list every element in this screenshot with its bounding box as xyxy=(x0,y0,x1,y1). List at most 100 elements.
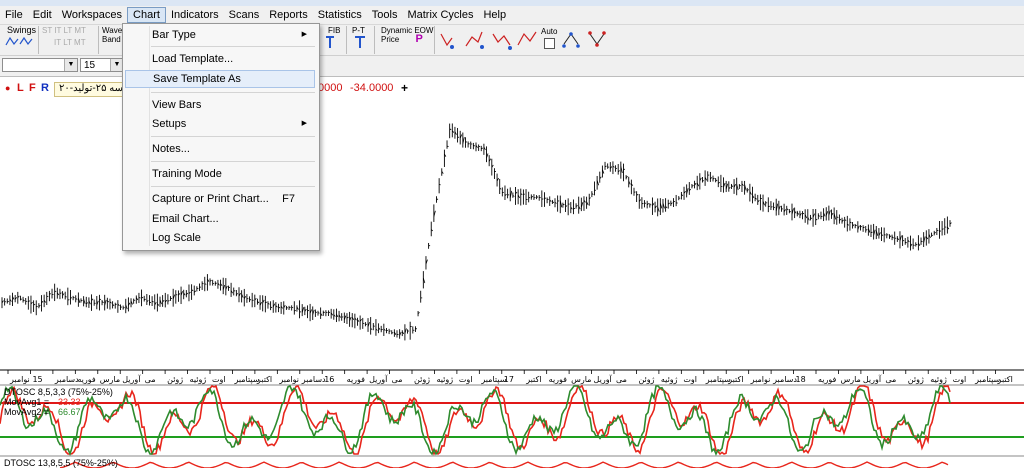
x-axis-tick-label: اکتبر xyxy=(727,375,743,384)
menu-indicators[interactable]: Indicators xyxy=(166,7,224,23)
movavg1-label: MovAvg1 = xyxy=(4,397,49,407)
menu-workspaces[interactable]: Workspaces xyxy=(57,7,127,23)
swing-lt[interactable]: LT xyxy=(64,26,73,35)
swing-st[interactable]: ST xyxy=(42,26,52,35)
x-axis-tick-label: آوریل xyxy=(863,374,882,384)
swing-it-2[interactable]: IT xyxy=(54,38,61,47)
x-axis-tick-label: فوریه xyxy=(77,375,96,384)
x-axis-tick-label: سپتامبر xyxy=(974,375,1000,384)
legend-f[interactable]: F xyxy=(29,82,36,94)
fib-icon[interactable] xyxy=(318,35,344,49)
menu-tools[interactable]: Tools xyxy=(367,7,403,23)
menu-reports[interactable]: Reports xyxy=(264,7,313,23)
menu-matrix-cycles[interactable]: Matrix Cycles xyxy=(402,7,478,23)
value-1: 0000 xyxy=(318,82,343,94)
menu-item-notes[interactable]: Notes... xyxy=(125,140,315,158)
legend-r[interactable]: R xyxy=(41,82,49,94)
pt-icon[interactable] xyxy=(348,35,372,49)
x-axis-tick-label: 17 xyxy=(504,375,514,384)
price-bar-close xyxy=(294,310,296,312)
x-axis-tick-label: می xyxy=(616,375,627,384)
x-axis-tick-label: سپتامبر xyxy=(480,375,506,384)
menu-item-setups[interactable]: Setups ▶ xyxy=(125,115,315,133)
x-axis-tick-label: مارس xyxy=(840,375,860,384)
symbol-combo[interactable]: ▼ xyxy=(2,58,78,72)
menu-scans[interactable]: Scans xyxy=(224,7,265,23)
swing-wave-icon[interactable] xyxy=(4,35,34,47)
crosshair-icon[interactable]: + xyxy=(401,81,408,95)
red-dot-icon: ● xyxy=(5,83,11,93)
menu-item-save-template-as[interactable]: Save Template As xyxy=(125,70,315,88)
p-icon[interactable]: P xyxy=(401,33,422,45)
movavg1-value: 33.33 xyxy=(58,397,81,407)
legend-l[interactable]: L xyxy=(17,82,24,94)
x-axis-tick-label: سپتامبر xyxy=(233,375,259,384)
menu-chart[interactable]: Chart xyxy=(127,7,166,23)
chevron-right-icon: ▶ xyxy=(301,31,307,38)
x-axis-tick-label: اوت xyxy=(953,375,967,384)
x-axis-tick-label: اکتبر xyxy=(997,375,1013,384)
menu-item-bar-type[interactable]: Bar Type ▶ xyxy=(125,26,315,44)
pattern-tools-icons[interactable] xyxy=(438,28,538,52)
chart-menu: Bar Type ▶ Load Template... Save Template A… xyxy=(122,23,320,251)
movavg2-label: MovAvg2 = xyxy=(4,407,49,417)
menu-item-label: Log Scale xyxy=(152,232,201,244)
menu-item-log-scale[interactable]: Log Scale xyxy=(125,229,315,247)
price-bar-close xyxy=(770,206,773,208)
swing-period-group: ST IT LT MT IT LT MT xyxy=(40,26,99,54)
x-axis-tick-label: دسامبر xyxy=(772,375,797,384)
x-axis-tick-label: می xyxy=(145,375,156,384)
dynamic-eow-group: Dynamic EOW Price P xyxy=(378,26,435,54)
value-2: -34.0000 xyxy=(350,82,394,94)
menu-statistics[interactable]: Statistics xyxy=(313,7,367,23)
symbol-label: سه ۲۵-تولید-۲۰ xyxy=(54,82,124,97)
chevron-down-icon[interactable]: ▼ xyxy=(64,59,77,71)
wave-band-group: Wave Band xyxy=(100,26,123,54)
menu-file[interactable]: File xyxy=(0,7,28,23)
x-axis-tick-label: اوت xyxy=(459,375,473,384)
swings-label[interactable]: Swings xyxy=(4,26,38,35)
menu-shortcut: F7 xyxy=(282,193,295,205)
fib-group: FIB xyxy=(318,26,347,54)
menu-item-label: View Bars xyxy=(152,99,202,111)
swing-lt-2[interactable]: LT xyxy=(63,38,72,47)
x-axis-tick-label: فوریه xyxy=(818,375,837,384)
oscillator-2-line-1 xyxy=(59,461,949,468)
menu-item-load-template[interactable]: Load Template... xyxy=(125,50,315,68)
price-bar-close xyxy=(215,282,217,284)
swing-mt[interactable]: MT xyxy=(74,26,86,35)
pt-label[interactable]: P-T xyxy=(348,26,374,35)
menu-help[interactable]: Help xyxy=(478,7,511,23)
menu-edit[interactable]: Edit xyxy=(28,7,57,23)
menu-item-view-bars[interactable]: View Bars xyxy=(125,96,315,114)
x-axis-tick-label: ژوئن xyxy=(167,375,183,384)
menu-item-training-mode[interactable]: Training Mode xyxy=(125,165,315,183)
x-axis-tick-label: می xyxy=(885,375,896,384)
x-axis-tick-label: نوامبر xyxy=(278,375,299,384)
price-label[interactable]: Price xyxy=(381,35,399,44)
band-label[interactable]: Band xyxy=(100,35,122,44)
menu-item-label: Bar Type xyxy=(152,29,196,41)
menu-item-email-chart[interactable]: Email Chart... xyxy=(125,210,315,228)
x-axis-tick-label: ژوئیه xyxy=(190,375,207,384)
x-axis-tick-label: اکتبر xyxy=(256,375,272,384)
cycle-tools-icons[interactable] xyxy=(560,28,614,52)
price-bar-close xyxy=(362,322,365,325)
price-bar-close xyxy=(941,228,944,230)
swing-mt-2[interactable]: MT xyxy=(74,38,86,47)
menu-item-capture-or-print-chart[interactable]: Capture or Print Chart... F7 xyxy=(125,190,315,208)
x-axis-tick-label: ژوئیه xyxy=(436,375,453,384)
price-bar-close xyxy=(557,200,560,202)
fib-label[interactable]: FIB xyxy=(318,26,346,35)
swing-it[interactable]: IT xyxy=(54,26,61,35)
x-axis-tick-label: ژوئن xyxy=(414,375,430,384)
price-bar-close xyxy=(46,295,49,298)
x-axis-tick-label: ژوئیه xyxy=(661,375,678,384)
wave-label[interactable]: Wave xyxy=(100,26,122,35)
menu-item-label: Capture or Print Chart... xyxy=(152,193,269,205)
menu-separator xyxy=(151,92,315,93)
price-bar-close xyxy=(325,311,328,314)
auto-checkbox[interactable] xyxy=(544,38,555,49)
period-combo[interactable]: 15 ▼ xyxy=(80,58,124,72)
indicator-2-label: DTOSC 13,8,5,5 (75%-25%) xyxy=(4,458,118,468)
